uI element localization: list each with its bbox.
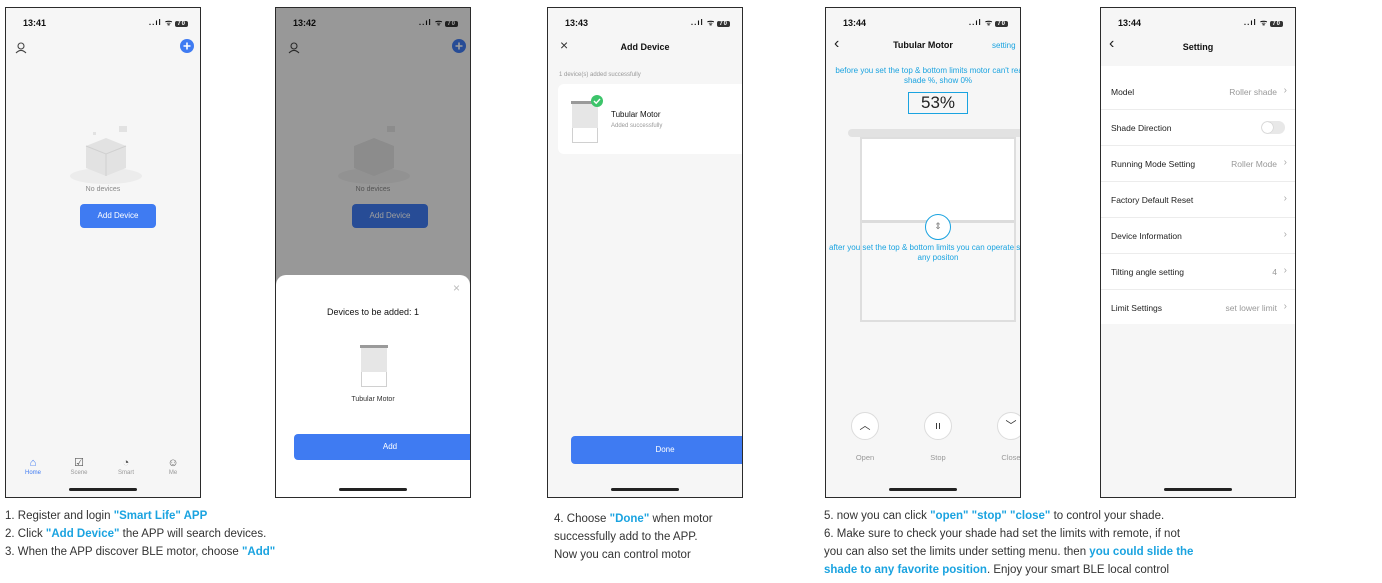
close-icon[interactable]: × [453,281,460,295]
shade-percentage: 53% [908,92,968,114]
settings-row-model[interactable]: Model Roller shade › [1101,74,1295,110]
home-indicator [1164,488,1232,491]
close-label: Close [1001,453,1021,462]
shade-direction-toggle[interactable] [1261,121,1285,134]
phone-screen-motor-control: 13:44 ..ıl ᯤ70 ‹ Tubular Motor setting ⚙… [825,7,1021,498]
shade-cloth [862,139,1014,223]
setting-annotation: setting [992,41,1016,50]
success-check-icon [591,95,603,107]
tab-scene[interactable]: ☑ Scene [64,457,94,476]
phone-screen-home: 13:41 ..ıl ᯤ 70 No devices Add Device ⌂ Ho… [5,7,201,498]
close-button[interactable]: ﹀ [997,412,1020,440]
device-card[interactable]: Tubular Motor Added successfully [558,84,742,154]
status-time: 13:43 [565,18,589,28]
signal-wifi-battery: ..ıl ᯤ 70 [690,18,730,27]
settings-list: Model Roller shade › Shade Direction Runni… [1101,66,1295,324]
limits-note-bottom: after you set the top & bottom limits yo… [829,243,1021,262]
scene-icon: ☑ [74,457,84,469]
phone-screen-settings: 13:44 ..ıl ᯤ 70 ‹ Setting Model Roller sha… [1100,7,1296,498]
open-button[interactable]: ︿ [851,412,879,440]
caption-step-5: 5. now you can click "open" "stop" "clos… [824,510,1165,522]
chevron-right-icon: › [1283,301,1287,312]
signal-wifi-battery: ..ıl ᯤ 70 [968,18,1008,27]
smart-icon: ◔ [122,457,130,469]
shade-slider-handle[interactable]: ⇕ [925,214,951,240]
settings-row-shade-direction[interactable]: Shade Direction [1101,110,1295,146]
user-icon[interactable] [15,42,27,54]
page-title: Add Device [620,42,670,52]
status-bar: 13:41 ..ıl ᯤ 70 [6,8,200,34]
device-status: Added successfully [611,123,663,129]
settings-row-tilting-angle[interactable]: Tilting angle setting 4 › [1101,254,1295,290]
empty-box-illustration [70,126,142,184]
success-count-text: 1 device(s) added successfully [559,72,641,78]
dialog-title: Devices to be added: 1 [326,307,420,317]
add-icon[interactable] [180,39,194,53]
battery-icon: 70 [1270,21,1283,27]
settings-row-running-mode[interactable]: Running Mode Setting Roller Mode › [1101,146,1295,182]
caption-step-6: 6. Make sure to check your shade had set… [824,528,1181,540]
signal-wifi-battery: ..ıl ᯤ 70 [148,18,188,27]
caption-step-6-line-2: you can also set the limits under settin… [824,546,1194,558]
settings-row-device-information[interactable]: Device Information › [1101,218,1295,254]
stop-label: Stop [930,453,946,462]
home-indicator [69,488,137,491]
status-bar: 13:44 ..ıl ᯤ 70 [1101,8,1295,34]
chevron-right-icon: › [1283,157,1287,168]
empty-state-text: No devices [85,186,121,193]
caption-step-1: 1. Register and login "Smart Life" APP [5,510,208,522]
open-label: Open [855,453,875,462]
caption-step-4-line-3: Now you can control motor [554,549,691,561]
shade-device-icon [360,345,388,387]
devices-found-sheet: × Devices to be added: 1 Tubular Motor A… [276,275,470,497]
status-time: 13:44 [843,18,867,28]
me-icon: ☺ [167,457,179,469]
stop-button[interactable]: ıı [924,412,952,440]
status-bar: 13:44 ..ıl ᯤ 70 [826,8,1020,34]
caption-step-2: 2. Click "Add Device" the APP will searc… [5,528,267,540]
chevron-right-icon: › [1283,229,1287,240]
caption-step-6-line-3: shade to any favorite position. Enjoy yo… [824,564,1170,576]
phone-screen-add-dialog: 13:42 ..ıl ᯤ 70 No devices Add Device × D… [275,7,471,498]
page-title: Setting [1182,42,1214,52]
settings-row-limit-settings[interactable]: Limit Settings set lower limit › [1101,290,1295,326]
tab-home[interactable]: ⌂ Home [18,457,48,476]
page-title: Tubular Motor [893,40,953,50]
chevron-right-icon: › [1283,193,1287,204]
shade-device-icon [571,101,599,143]
status-time: 13:44 [1118,18,1142,28]
battery-icon: 70 [175,21,188,27]
shade-roller-bar [848,129,1020,137]
settings-row-factory-reset[interactable]: Factory Default Reset › [1101,182,1295,218]
caption-step-3: 3. When the APP discover BLE motor, choo… [5,546,276,558]
home-indicator [889,488,957,491]
done-button[interactable]: Done [571,436,742,464]
home-icon: ⌂ [29,457,37,469]
caption-step-4: 4. Choose "Done" when motor [554,513,713,525]
home-indicator [339,488,407,491]
battery-icon: 70 [717,21,730,27]
device-name: Tubular Motor [351,396,395,403]
phone-screen-add-success: 13:43 ..ıl ᯤ 70 × Add Device 1 device(s) … [547,7,743,498]
caption-step-4-line-2: successfully add to the APP. [554,531,698,543]
battery-icon: 70 [995,21,1008,27]
device-name: Tubular Motor [611,110,661,119]
chevron-right-icon: › [1283,85,1287,96]
status-time: 13:41 [23,18,47,28]
status-bar: 13:43 ..ıl ᯤ 70 [548,8,742,34]
tab-me[interactable]: ☺ Me [158,457,188,476]
add-button[interactable]: Add [294,434,470,460]
add-device-button[interactable]: Add Device [80,204,156,228]
chevron-right-icon: › [1283,265,1287,276]
signal-wifi-battery: ..ıl ᯤ 70 [1243,18,1283,27]
limits-note-top: before you set the top & bottom limits m… [835,66,1021,85]
home-indicator [611,488,679,491]
tab-smart[interactable]: ◔ Smart [111,457,141,476]
